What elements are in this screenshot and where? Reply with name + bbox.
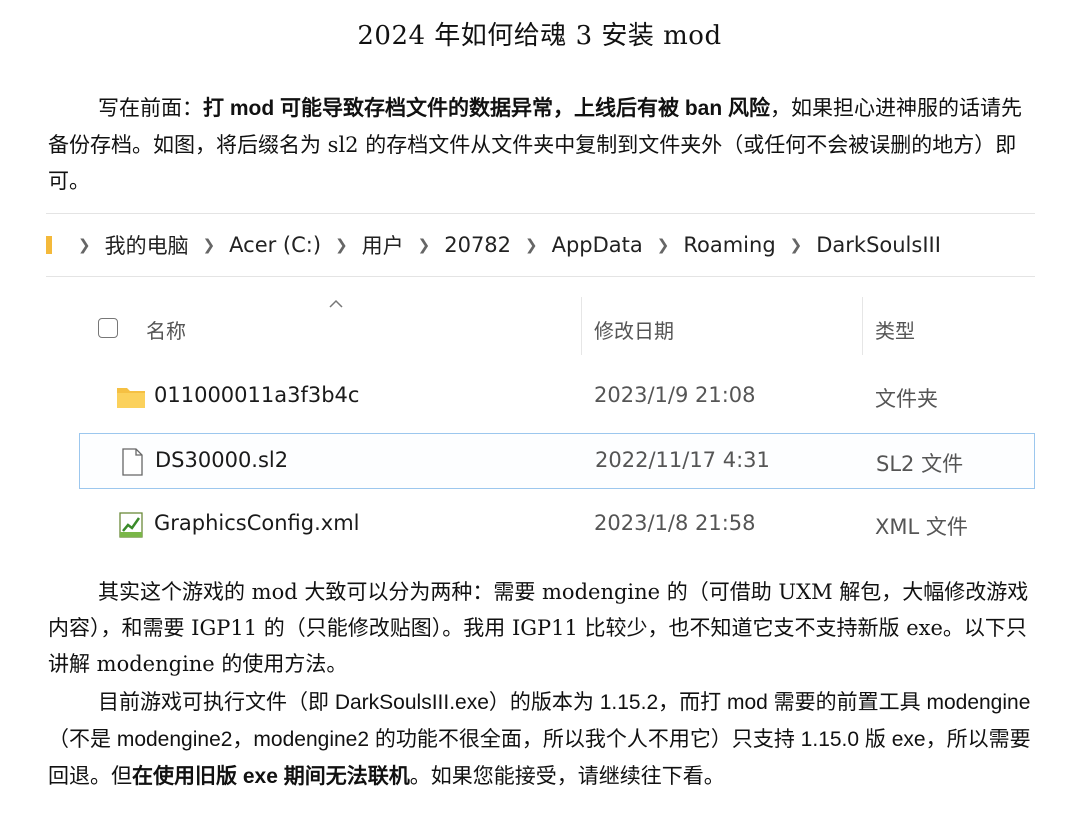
file-type: 文件夹 (875, 387, 938, 411)
file-type: SL2 文件 (876, 452, 964, 476)
breadcrumb-item[interactable]: 用户 (362, 230, 404, 260)
chevron-right-icon: ❯ (335, 236, 348, 254)
file-icon (122, 448, 143, 476)
intro-warning: 打 mod 可能导致存档文件的数据异常，上线后有被 ban 风险 (203, 97, 770, 120)
chevron-right-icon: ❯ (525, 236, 538, 254)
select-all-checkbox[interactable] (98, 318, 118, 338)
file-date: 2023/1/9 21:08 (594, 383, 756, 407)
file-type: XML 文件 (875, 515, 968, 539)
column-divider[interactable] (862, 297, 863, 355)
file-explorer-screenshot: ❯ 我的电脑 ❯ Acer (C:) ❯ 用户 ❯ 20782 ❯ AppDat… (46, 213, 1035, 553)
folder-icon (117, 388, 145, 408)
intro-lead: 写在前面： (98, 96, 203, 120)
file-date: 2023/1/8 21:58 (594, 511, 756, 535)
column-divider[interactable] (581, 297, 582, 355)
chevron-right-icon: ❯ (78, 236, 91, 254)
file-name: 011000011a3f3b4c (154, 383, 360, 407)
paragraph-text: 其实这个游戏的 mod 大致可以分为两种：需要 modengine 的（可借助 … (48, 580, 1029, 676)
chevron-right-icon: ❯ (202, 236, 216, 254)
file-name: DS30000.sl2 (155, 448, 289, 472)
paragraph-mod-types: 其实这个游戏的 mod 大致可以分为两种：需要 modengine 的（可借助 … (48, 574, 1038, 682)
column-header-row: 名称 修改日期 类型 (46, 297, 1035, 369)
column-header-date[interactable]: 修改日期 (594, 315, 674, 344)
breadcrumb-item[interactable]: Acer (C:) (229, 233, 321, 257)
paragraph-version: 目前游戏可执行文件（即 DarkSoulsIII.exe）的版本为 1.15.2… (48, 684, 1038, 795)
breadcrumb-item[interactable]: AppData (552, 233, 643, 257)
page-title: 2024 年如何给魂 3 安装 mod (357, 21, 722, 51)
intro-paragraph: 写在前面：打 mod 可能导致存档文件的数据异常，上线后有被 ban 风险，如果… (48, 90, 1038, 199)
file-row[interactable]: 011000011a3f3b4c 2023/1/9 21:08 文件夹 (79, 369, 1035, 425)
online-warning: 在使用旧版 exe 期间无法联机 (132, 765, 410, 788)
file-row-selected[interactable]: DS30000.sl2 2022/11/17 4:31 SL2 文件 (79, 433, 1035, 489)
folder-icon (46, 236, 52, 254)
chevron-right-icon: ❯ (417, 236, 431, 254)
chevron-right-icon: ❯ (656, 236, 670, 254)
breadcrumb-item[interactable]: 我的电脑 (105, 230, 189, 260)
xml-file-icon (119, 512, 143, 538)
column-header-type[interactable]: 类型 (875, 315, 915, 344)
breadcrumb-item[interactable]: DarkSoulsIII (816, 233, 941, 257)
breadcrumb-item[interactable]: Roaming (683, 233, 775, 257)
file-date: 2022/11/17 4:31 (595, 448, 770, 472)
chevron-right-icon: ❯ (789, 236, 803, 254)
file-row[interactable]: GraphicsConfig.xml 2023/1/8 21:58 XML 文件 (79, 497, 1035, 553)
column-header-name[interactable]: 名称 (146, 315, 186, 344)
address-bar[interactable]: ❯ 我的电脑 ❯ Acer (C:) ❯ 用户 ❯ 20782 ❯ AppDat… (46, 213, 1035, 277)
paragraph-text: 。如果您能接受，请继续往下看。 (409, 765, 725, 788)
file-name: GraphicsConfig.xml (154, 511, 360, 535)
breadcrumb-item[interactable]: 20782 (444, 233, 511, 257)
sort-ascending-icon (329, 299, 343, 308)
